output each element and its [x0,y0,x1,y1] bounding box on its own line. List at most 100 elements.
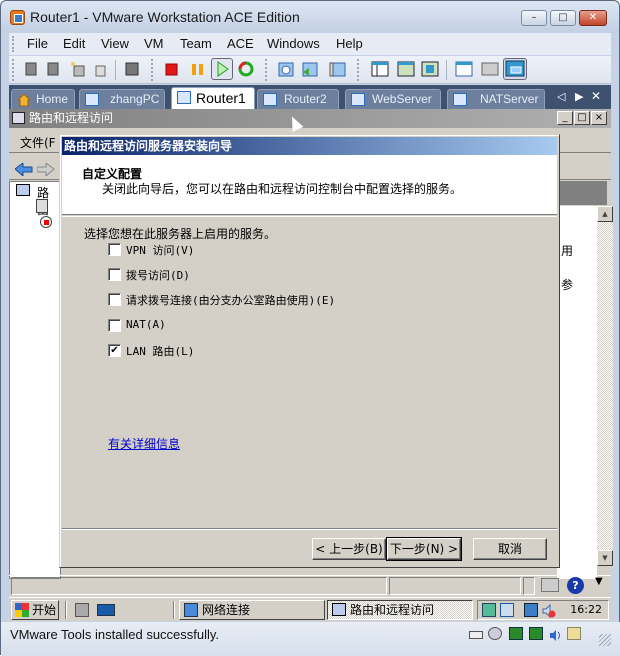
hard-disk-icon[interactable] [469,631,483,639]
tab-label: Home [36,92,69,106]
menu-help[interactable]: Help [336,36,363,51]
network-status-icon[interactable] [524,603,538,617]
tab-router1[interactable]: Router1 [171,87,255,109]
menu-windows[interactable]: Windows [267,36,320,51]
start-button[interactable]: 开始 [11,600,59,620]
scroll-down-button[interactable]: ▼ [597,550,613,566]
resize-grip[interactable] [599,634,611,646]
back-arrow-icon[interactable] [14,161,33,178]
vertical-scrollbar[interactable]: ▲ ▼ [597,206,613,566]
volume-muted-icon[interactable] [542,603,556,619]
tab-natserver[interactable]: NATServer [447,89,545,109]
back-button[interactable]: < 上一步(B) [312,538,386,560]
snapshot-icon[interactable] [23,60,41,78]
close-button[interactable]: ✕ [579,10,607,26]
play-icon[interactable] [211,58,233,80]
restore-button[interactable]: □ [550,10,576,26]
forward-arrow-icon[interactable] [36,161,55,178]
keyboard-icon[interactable] [541,578,559,592]
details-header [557,181,607,205]
sound-icon[interactable] [549,627,563,641]
mmc-menu-file[interactable]: 文件(F [20,134,56,151]
revert-icon[interactable] [45,60,63,78]
expand-icon[interactable]: ▼ [595,576,603,587]
server-manager-icon[interactable] [75,603,89,617]
console-icon[interactable] [481,60,499,78]
checkbox-demand-dial[interactable] [108,293,121,306]
details-text: 用 [561,244,574,258]
system-tray: 16:22 [477,600,609,620]
fullscreen-icon[interactable] [397,60,415,78]
mmc-status-bar: ? ▼ [9,575,611,595]
tab-close-icon[interactable]: ✕ [591,89,601,103]
take-snapshot-icon[interactable] [277,60,295,78]
status-pane [523,577,535,595]
pause-icon[interactable] [189,60,207,78]
status-pane [389,577,521,595]
server-icon [16,184,30,196]
revert-snapshot-icon[interactable] [301,60,319,78]
menu-ace[interactable]: ACE [227,36,254,51]
taskbar-network-connections[interactable]: 网络连接 [179,600,325,620]
tab-label: Router1 [196,90,246,106]
window-title: Router1 - VMware Workstation ACE Edition [30,9,300,25]
next-button[interactable]: 下一步(N) > [386,537,462,561]
help-icon[interactable]: ? [567,577,584,594]
tab-router2[interactable]: Router2 [257,89,339,109]
tab-scroll-left-icon[interactable]: ◁ [557,90,565,103]
update-icon[interactable] [482,603,496,617]
mmc-minimize-button[interactable]: _ [557,111,573,125]
toolbar-separator [115,60,116,80]
checkbox-lan-routing[interactable]: ✔ [108,344,121,357]
more-info-link[interactable]: 有关详细信息 [108,435,180,452]
stop-icon[interactable] [163,60,181,78]
mmc-tree-pane: 路由 [9,181,61,579]
button-divider [62,528,557,530]
tab-scroll-right-icon[interactable]: ▶ [575,90,583,103]
screenshot-icon[interactable] [123,60,141,78]
menu-edit[interactable]: Edit [63,36,85,51]
cancel-button[interactable]: 取消 [473,538,547,560]
server-node-icon[interactable] [36,199,48,213]
show-desktop-icon[interactable] [97,604,115,616]
snapshot-manager-icon[interactable] [329,60,347,78]
network-adapter-icon[interactable] [509,627,523,640]
vm-icon [85,93,99,106]
taskbar-divider [173,601,175,619]
menu-file[interactable]: File [27,36,48,51]
mmc-restore-button[interactable]: □ [574,111,590,125]
tab-home[interactable]: Home [11,89,75,109]
toolbar-grip [12,59,15,81]
sidebar-icon[interactable] [371,60,389,78]
new-vm-icon[interactable] [69,60,87,78]
quick-switch-icon[interactable] [421,60,439,78]
server-stopped-icon[interactable] [40,216,52,228]
menu-bar: File Edit View VM Team ACE Windows Help [9,33,611,55]
tab-zhangpc[interactable]: zhangPC [79,89,165,109]
taskbar-routing-remote-access[interactable]: 路由和远程访问 [327,600,473,620]
menu-team[interactable]: Team [180,36,212,51]
settings-icon[interactable] [455,60,473,78]
tab-label: NATServer [480,92,539,106]
usb-icon[interactable] [91,60,109,78]
tab-label: WebServer [372,92,432,106]
message-log-icon[interactable] [567,627,581,640]
vmware-tools-icon[interactable] [500,603,514,617]
scroll-up-button[interactable]: ▲ [597,206,613,222]
checkbox-dialup[interactable] [108,268,121,281]
option-label: 请求拨号连接(由分支办公室路由使用)(E) [126,294,336,307]
checkbox-nat[interactable] [108,319,121,332]
menu-vm[interactable]: VM [144,36,164,51]
cdrom-disconnected-icon[interactable] [488,627,502,640]
mmc-close-button[interactable]: × [591,111,607,125]
menu-view[interactable]: View [101,36,129,51]
minimize-button[interactable]: – [521,10,547,26]
tab-webserver[interactable]: WebServer [345,89,441,109]
mmc-title: 路由和远程访问 [29,111,114,125]
unity-icon[interactable] [503,58,527,80]
vm-running-icon [177,91,191,104]
reset-icon[interactable] [237,60,255,78]
network-adapter-2-icon[interactable] [529,627,543,640]
checkbox-vpn[interactable] [108,243,121,256]
clock: 16:22 [570,603,602,616]
